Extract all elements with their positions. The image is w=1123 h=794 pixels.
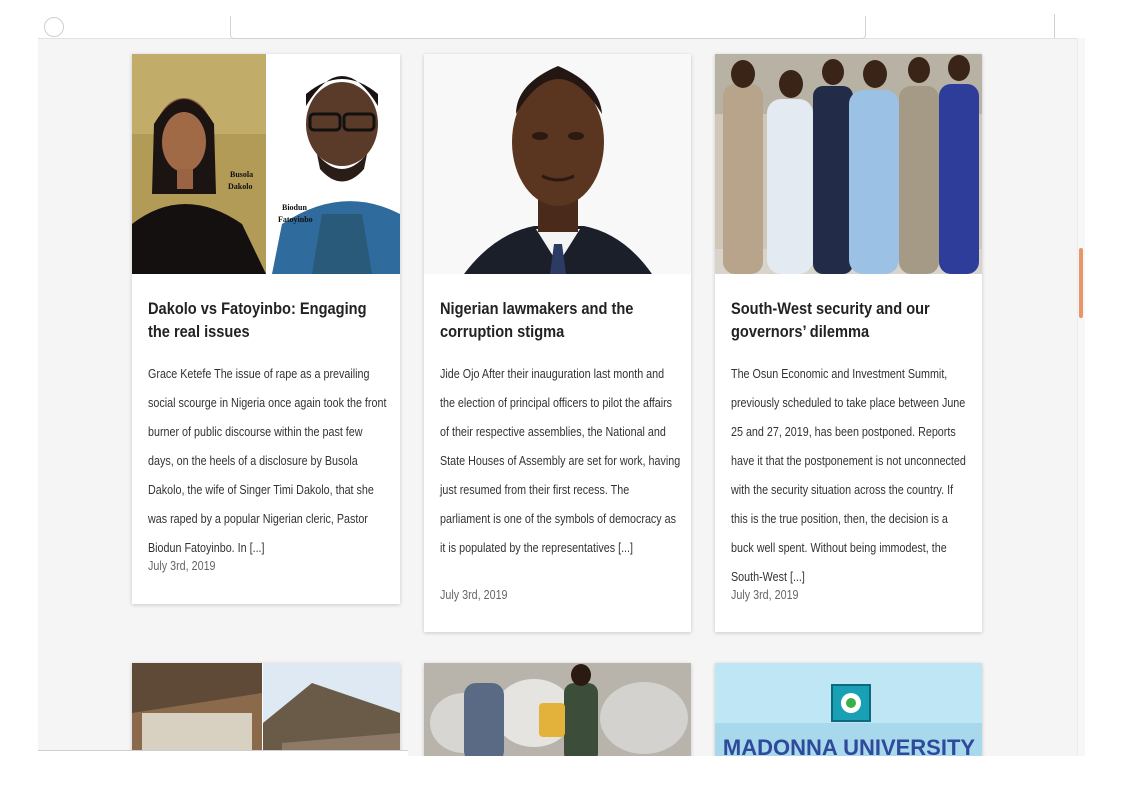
search-input[interactable] (230, 16, 866, 39)
image-caption: Dakolo (228, 182, 252, 191)
article-title[interactable]: South-West security and our governors’ d… (731, 297, 972, 343)
article-image[interactable] (132, 663, 400, 756)
article-title[interactable]: Dakolo vs Fatoyinbo: Engaging the real i… (148, 297, 389, 343)
article-excerpt: The Osun Economic and Investment Summit,… (731, 367, 966, 584)
article-date: July 3rd, 2019 (148, 559, 216, 573)
article-image[interactable]: Busola Dakolo Biodun Fatoyinbo (132, 54, 400, 274)
article-date: July 3rd, 2019 (440, 588, 508, 602)
image-caption: Biodun (282, 203, 307, 212)
article-card[interactable] (424, 663, 691, 756)
scrollbar-track[interactable] (1077, 38, 1085, 756)
article-excerpt: Grace Ketefe The issue of rape as a prev… (148, 367, 387, 555)
article-image[interactable] (715, 54, 982, 274)
logo-circle-icon[interactable] (44, 17, 64, 37)
article-image[interactable]: MADONNA UNIVERSITY (715, 663, 982, 756)
article-image[interactable] (424, 663, 691, 756)
article-card[interactable]: South-West security and our governors’ d… (715, 54, 982, 632)
article-title[interactable]: Nigerian lawmakers and the corruption st… (440, 297, 681, 343)
top-bar (38, 0, 1085, 39)
image-text: MADONNA UNIVERSITY (723, 735, 976, 756)
topbar-divider (1054, 14, 1055, 38)
article-card[interactable]: MADONNA UNIVERSITY (715, 663, 982, 756)
article-date: July 3rd, 2019 (731, 588, 799, 602)
image-caption: Busola (230, 170, 253, 179)
scrollbar-thumb[interactable] (1079, 248, 1083, 318)
article-card[interactable] (132, 663, 400, 756)
article-image[interactable] (424, 54, 691, 274)
article-card[interactable]: Busola Dakolo Biodun Fatoyinbo Dakolo vs… (132, 54, 400, 604)
article-excerpt: Jide Ojo After their inauguration last m… (440, 367, 681, 555)
image-caption: Fatoyinbo (278, 215, 313, 224)
bottom-status-bar (38, 750, 408, 756)
article-card[interactable]: Nigerian lawmakers and the corruption st… (424, 54, 691, 632)
page-viewport[interactable]: Busola Dakolo Biodun Fatoyinbo Dakolo vs… (38, 0, 1085, 756)
